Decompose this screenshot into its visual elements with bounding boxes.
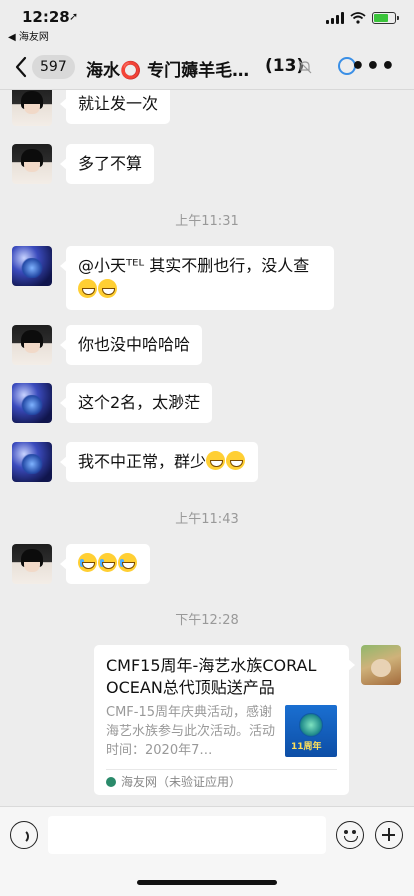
link-card[interactable]: CMF15周年-海艺水族CORAL OCEAN总代顶贴送产品 CMF-15周年庆… — [94, 645, 355, 795]
avatar[interactable] — [12, 246, 52, 286]
chat-title: 海水⭕ 专门薅羊毛… — [86, 61, 250, 81]
grin-emoji-icon — [226, 451, 246, 470]
link-card-description: CMF-15周年庆典活动，感谢海艺水族参与此次活动。活动时间：2020年7… — [106, 705, 276, 758]
grin-emoji-icon — [206, 451, 226, 470]
avatar[interactable] — [12, 325, 52, 365]
location-arrow-icon: ➚ — [69, 10, 79, 23]
link-card-source-label: 海友网（未验证应用） — [121, 775, 242, 789]
link-card-thumbnail — [285, 705, 337, 757]
cellular-signal-icon — [326, 12, 344, 24]
avatar[interactable] — [12, 383, 52, 423]
message-bubble[interactable]: 我不中正常，群少 — [59, 442, 259, 482]
voice-input-button[interactable] — [10, 821, 38, 849]
message-bubble[interactable]: 多了不算 — [59, 144, 155, 184]
more-options-icon[interactable]: ••• — [351, 54, 396, 79]
link-card-title: CMF15周年-海艺水族CORAL OCEAN总代顶贴送产品 — [106, 656, 317, 697]
home-indicator — [137, 880, 277, 885]
message-text: 你也没中哈哈哈 — [78, 335, 191, 354]
mute-bell-icon — [298, 60, 312, 74]
message-bubble[interactable] — [60, 544, 150, 584]
laugh-cry-emoji-icon — [78, 553, 97, 572]
battery-icon — [372, 12, 399, 24]
message-bubble[interactable]: 这个2名，太渺茫 — [59, 383, 213, 423]
avatar[interactable] — [12, 442, 52, 482]
message-bubble[interactable]: 就让发一次 — [59, 90, 171, 124]
wifi-icon — [350, 12, 366, 24]
message-input[interactable] — [48, 816, 326, 854]
timestamp: 上午11:31 — [175, 214, 239, 229]
app-source-icon — [106, 776, 116, 787]
message-text: 就让发一次 — [78, 94, 159, 113]
message-text: 这个2名，太渺茫 — [78, 393, 201, 412]
message-bubble[interactable]: @小天ᵀᴱᴸ 其实不删也行，没人查 — [60, 246, 334, 310]
grin-emoji-icon — [78, 279, 97, 298]
message-text: @小天ᵀᴱᴸ 其实不删也行，没人查 — [78, 256, 310, 275]
emoji-button[interactable] — [336, 821, 364, 849]
divider — [106, 769, 337, 770]
grin-emoji-icon — [98, 279, 117, 298]
status-time: 12:28 — [22, 8, 70, 26]
laugh-cry-emoji-icon — [98, 553, 117, 572]
laugh-cry-emoji-icon — [118, 553, 137, 572]
status-indicators — [326, 12, 399, 24]
back-to-app-link[interactable]: ◀ 海友网 — [8, 28, 49, 43]
message-text: 我不中正常，群少 — [78, 452, 207, 471]
avatar[interactable] — [361, 645, 401, 685]
back-chevron-icon[interactable] — [10, 54, 34, 80]
message-bubble[interactable]: 你也没中哈哈哈 — [59, 325, 203, 365]
avatar[interactable] — [12, 544, 52, 584]
link-card-source: 海友网（未验证应用） — [106, 773, 241, 790]
unread-count-badge[interactable]: 597 — [32, 55, 75, 79]
avatar[interactable] — [12, 90, 52, 126]
timestamp: 下午12:28 — [175, 613, 239, 628]
more-actions-button[interactable] — [375, 821, 403, 849]
avatar[interactable] — [12, 144, 52, 184]
status-bar: 12:28 ➚ ◀ 海友网 — [0, 0, 414, 44]
message-text: 多了不算 — [78, 154, 143, 173]
chat-header: 597 海水⭕ 专门薅羊毛… (13) ••• — [0, 44, 414, 90]
timestamp: 上午11:43 — [175, 512, 239, 527]
chat-message-list[interactable]: 就让发一次 多了不算 上午11:31 @小天ᵀᴱᴸ 其实不删也行，没人查 你也没… — [0, 90, 414, 806]
